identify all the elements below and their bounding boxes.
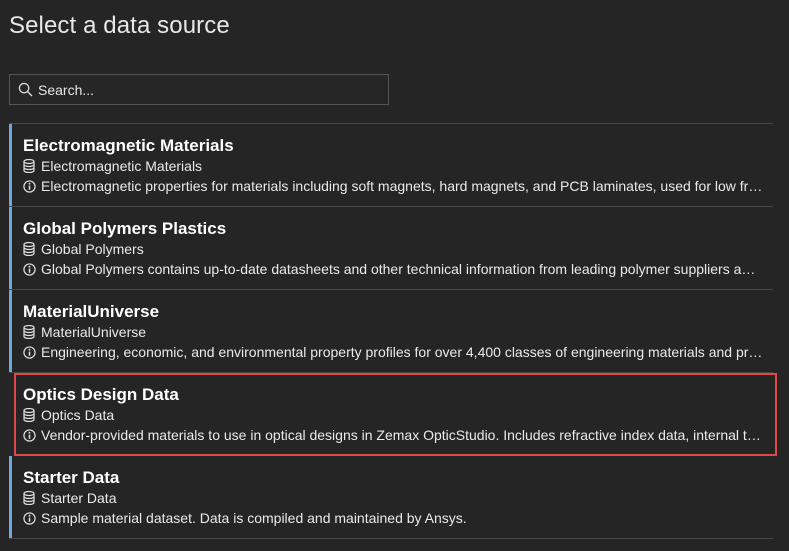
data-source-database-row: MaterialUniverse bbox=[23, 322, 763, 342]
database-icon bbox=[23, 408, 36, 422]
database-icon bbox=[23, 325, 36, 339]
data-source-description: Vendor-provided materials to use in opti… bbox=[41, 427, 763, 443]
data-source-database-row: Starter Data bbox=[23, 488, 763, 508]
search-box[interactable] bbox=[9, 74, 389, 105]
data-source-database: Starter Data bbox=[41, 490, 117, 506]
data-source-description: Engineering, economic, and environmental… bbox=[41, 344, 763, 360]
data-source-item[interactable]: Starter Data Starter Data Sample materia… bbox=[9, 456, 773, 539]
data-source-name: Starter Data bbox=[23, 468, 120, 487]
search-input[interactable] bbox=[38, 81, 378, 98]
data-source-name: Global Polymers Plastics bbox=[23, 219, 227, 238]
data-source-description-row: Electromagnetic properties for materials… bbox=[23, 176, 763, 196]
database-icon bbox=[23, 491, 36, 505]
data-source-description-row: Engineering, economic, and environmental… bbox=[23, 342, 763, 362]
info-icon bbox=[23, 262, 36, 276]
data-source-description-row: Sample material dataset. Data is compile… bbox=[23, 508, 763, 528]
data-source-description-row: Global Polymers contains up-to-date data… bbox=[23, 259, 763, 279]
info-icon bbox=[23, 345, 36, 359]
search-icon bbox=[17, 82, 33, 98]
data-source-item[interactable]: Global Polymers Plastics Global Polymers… bbox=[9, 207, 773, 290]
data-source-name: Optics Design Data bbox=[23, 385, 179, 404]
data-source-database: Electromagnetic Materials bbox=[41, 158, 203, 174]
data-source-database: Global Polymers bbox=[41, 241, 144, 257]
data-source-list: Electromagnetic Materials Electromagneti… bbox=[9, 123, 777, 539]
data-source-database: MaterialUniverse bbox=[41, 324, 147, 340]
data-source-dialog: Select a data source Electromagnetic Mat… bbox=[0, 0, 789, 551]
data-source-description-row: Vendor-provided materials to use in opti… bbox=[23, 425, 767, 445]
item-accent-bar bbox=[9, 124, 12, 206]
data-source-database-row: Optics Data bbox=[23, 405, 767, 425]
item-accent-bar bbox=[9, 290, 12, 372]
data-source-description: Electromagnetic properties for materials… bbox=[41, 178, 763, 194]
item-accent-bar bbox=[9, 207, 12, 289]
item-accent-bar bbox=[9, 456, 12, 538]
data-source-name: MaterialUniverse bbox=[23, 302, 160, 321]
data-source-database-row: Electromagnetic Materials bbox=[23, 156, 763, 176]
info-icon bbox=[23, 179, 36, 193]
data-source-description: Sample material dataset. Data is compile… bbox=[41, 510, 467, 526]
data-source-database-row: Global Polymers bbox=[23, 239, 763, 259]
info-icon bbox=[23, 511, 36, 525]
data-source-item[interactable]: Electromagnetic Materials Electromagneti… bbox=[9, 124, 773, 207]
database-icon bbox=[23, 242, 36, 256]
data-source-name: Electromagnetic Materials bbox=[23, 136, 234, 155]
info-icon bbox=[23, 428, 36, 442]
data-source-item-selected[interactable]: Optics Design Data Optics Data Vendor-pr… bbox=[14, 373, 777, 456]
database-icon bbox=[23, 159, 36, 173]
page-title: Select a data source bbox=[9, 12, 230, 39]
data-source-description: Global Polymers contains up-to-date data… bbox=[41, 261, 763, 277]
data-source-item[interactable]: MaterialUniverse MaterialUniverse Engine… bbox=[9, 290, 773, 373]
data-source-database: Optics Data bbox=[41, 407, 115, 423]
